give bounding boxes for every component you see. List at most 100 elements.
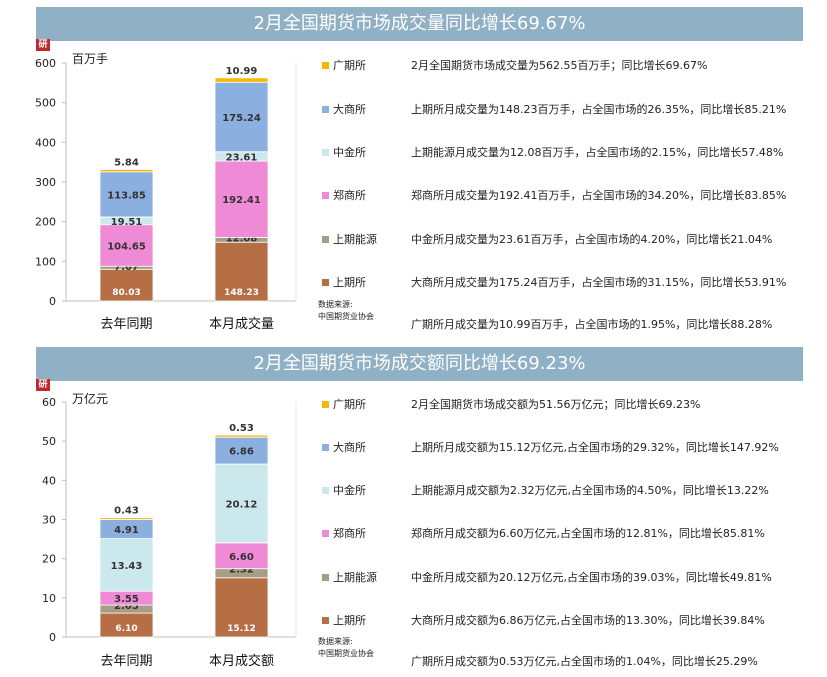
y-tick-label: 30 <box>42 514 56 527</box>
summary-note: 上期所月成交量为148.23百万手，占全国市场的26.35%，同比增长85.21… <box>411 103 787 116</box>
legend-label: 大商所 <box>333 103 366 116</box>
x-category-label: 本月成交量 <box>209 316 274 332</box>
legend-item: 中金所 <box>322 482 366 498</box>
y-tick-label: 0 <box>49 295 56 308</box>
bar-segment <box>99 517 154 520</box>
y-tick-label: 200 <box>35 216 56 229</box>
legend-item: 大商所 <box>322 101 366 117</box>
y-tick-label: 300 <box>35 176 56 189</box>
x-category-label: 本月成交额 <box>209 653 274 669</box>
summary-note: 上期所月成交额为15.12万亿元,占全国市场的29.32%，同比增长147.92… <box>411 441 779 454</box>
bar-segment <box>214 434 269 438</box>
y-tick-label: 0 <box>49 631 56 644</box>
data-source: 数据来源: 中国期货业协会 <box>318 636 374 660</box>
legend-swatch <box>322 105 329 113</box>
data-label: 6.60 <box>229 552 254 563</box>
y-tick-label: 400 <box>35 136 56 149</box>
legend-item: 上期能源 <box>322 569 377 585</box>
bar-segment <box>214 77 269 83</box>
summary-note: 上期能源月成交量为12.08百万手，占全国市场的2.15%，同比增长57.48% <box>411 146 784 159</box>
summary-note: 中金所月成交量为23.61百万手，占全国市场的4.20%，同比增长21.04% <box>411 233 773 246</box>
data-label: 80.03 <box>112 288 140 298</box>
volume-panel: 2月全国期货市场成交量同比增长69.67% 研 百万手 0 100 200 300 40… <box>0 0 827 340</box>
data-label: 6.10 <box>115 624 137 634</box>
data-label: 10.99 <box>226 66 258 77</box>
y-tick-label: 600 <box>35 57 56 70</box>
y-tick-label: 40 <box>42 474 56 487</box>
bar-segment <box>99 169 154 173</box>
legend-item: 上期所 <box>322 274 366 290</box>
legend-swatch <box>322 278 329 286</box>
data-source: 数据来源: 中国期货业协会 <box>318 299 374 323</box>
legend-label: 广期所 <box>333 398 366 411</box>
x-category-label: 去年同期 <box>100 654 152 669</box>
legend-swatch <box>322 616 329 624</box>
x-category-label: 去年同期 <box>100 317 152 332</box>
data-label: 20.12 <box>226 499 258 510</box>
y-tick-label: 100 <box>35 255 56 268</box>
legend-label: 广期所 <box>333 59 366 72</box>
legend-label: 大商所 <box>333 441 366 454</box>
data-label: 15.12 <box>227 624 255 634</box>
turnover-panel: 2月全国期货市场成交额同比增长69.23% 研 万亿元 0 10 20 30 40 50 6… <box>0 340 827 677</box>
legend-label: 郑商所 <box>333 189 366 202</box>
summary-note: 大商所月成交额为6.86万亿元,占全国市场的13.30%，同比增长39.84% <box>411 614 765 627</box>
legend-swatch <box>322 191 329 199</box>
legend-label: 上期能源 <box>333 571 377 584</box>
data-source-label: 数据来源: <box>318 300 353 309</box>
legend-label: 中金所 <box>333 146 366 159</box>
summary-note: 2月全国期货市场成交量为562.55百万手；同比增长69.67% <box>411 59 708 72</box>
legend-label: 上期能源 <box>333 233 377 246</box>
data-label: 5.84 <box>114 157 139 168</box>
legend-swatch <box>322 443 329 451</box>
summary-note: 中金所月成交额为20.12万亿元,占全国市场的39.03%，同比增长49.81% <box>411 571 772 584</box>
data-label: 6.86 <box>229 447 254 458</box>
y-tick-label: 500 <box>35 97 56 110</box>
y-tick-label: 20 <box>42 553 56 566</box>
legend-item: 郑商所 <box>322 525 366 541</box>
summary-note: 郑商所月成交额为6.60万亿元,占全国市场的12.81%，同比增长85.81% <box>411 527 765 540</box>
data-label: 4.91 <box>114 525 139 536</box>
data-label: 3.55 <box>114 594 139 605</box>
data-label: 113.85 <box>107 190 146 201</box>
legend-swatch <box>322 400 329 408</box>
legend-item: 广期所 <box>322 396 366 412</box>
legend-swatch <box>322 61 329 69</box>
legend-label: 郑商所 <box>333 527 366 540</box>
data-label: 19.51 <box>111 217 143 228</box>
legend-swatch <box>322 529 329 537</box>
legend-label: 上期所 <box>333 614 366 627</box>
data-source-org: 中国期货业协会 <box>318 312 374 321</box>
summary-note: 大商所月成交量为175.24百万手，占全国市场的31.15%，同比增长53.91… <box>411 276 787 289</box>
data-label: 13.43 <box>111 561 143 572</box>
summary-note: 上期能源月成交额为2.32万亿元,占全国市场的4.50%，同比增长13.22% <box>411 484 769 497</box>
data-label: 175.24 <box>222 113 261 124</box>
legend-item: 上期能源 <box>322 231 377 247</box>
y-tick-label: 60 <box>42 396 56 409</box>
legend-item: 广期所 <box>322 57 366 73</box>
summary-note: 广期所月成交额为0.53万亿元,占全国市场的1.04%，同比增长25.29% <box>411 655 758 668</box>
legend-item: 中金所 <box>322 144 366 160</box>
data-label: 104.65 <box>107 241 146 252</box>
legend-item: 上期所 <box>322 612 366 628</box>
data-label: 148.23 <box>224 288 259 298</box>
summary-note: 2月全国期货市场成交额为51.56万亿元；同比增长69.23% <box>411 398 701 411</box>
y-tick-label: 10 <box>42 592 56 605</box>
data-label: 23.61 <box>226 152 258 163</box>
legend-label: 上期所 <box>333 276 366 289</box>
data-source-org: 中国期货业协会 <box>318 649 374 658</box>
summary-note: 郑商所月成交量为192.41百万手，占全国市场的34.20%，同比增长83.85… <box>411 189 787 202</box>
data-source-label: 数据来源: <box>318 637 353 646</box>
data-label: 192.41 <box>222 195 261 206</box>
legend-label: 中金所 <box>333 484 366 497</box>
summary-note: 广期所月成交量为10.99百万手，占全国市场的1.95%，同比增长88.28% <box>411 318 773 331</box>
legend-swatch <box>322 148 329 156</box>
y-tick-label: 50 <box>42 435 56 448</box>
legend-swatch <box>322 235 329 243</box>
data-label: 0.53 <box>229 423 254 434</box>
legend-swatch <box>322 486 329 494</box>
legend-item: 大商所 <box>322 439 366 455</box>
data-label: 0.43 <box>114 506 139 517</box>
legend-swatch <box>322 573 329 581</box>
legend-item: 郑商所 <box>322 187 366 203</box>
